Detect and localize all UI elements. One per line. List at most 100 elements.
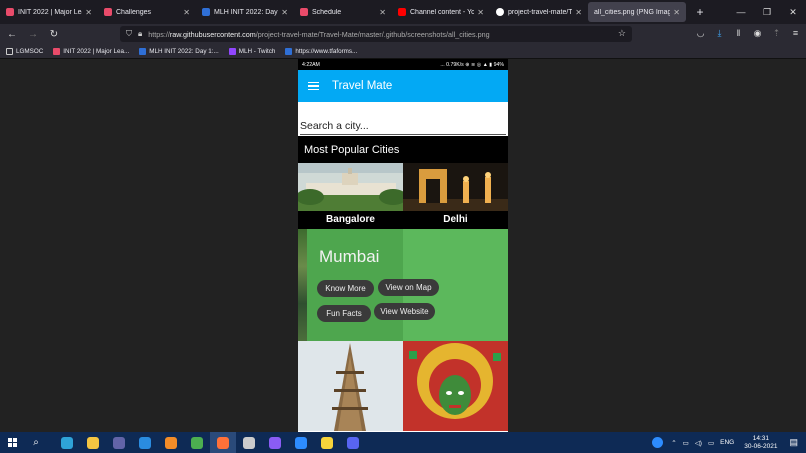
teams-icon[interactable] (106, 432, 132, 453)
close-tab-icon[interactable]: ✕ (477, 8, 484, 17)
windows-start-icon[interactable] (0, 432, 24, 453)
library-icon[interactable]: ‖ (732, 27, 745, 40)
close-tab-icon[interactable]: ✕ (183, 8, 190, 17)
favicon-icon (139, 47, 147, 55)
pinned-apps (54, 432, 366, 453)
edge-icon[interactable] (54, 432, 80, 453)
volume-icon[interactable]: ◁) (695, 439, 702, 447)
vscode-icon[interactable] (132, 432, 158, 453)
chevron-up-icon[interactable]: ⌃ (671, 439, 676, 447)
firefox-icon-glyph (217, 436, 229, 449)
extension-icon[interactable]: ⇡ (770, 27, 783, 40)
discord-icon[interactable] (340, 432, 366, 453)
city-search (298, 102, 508, 136)
github-favicon-icon (496, 8, 504, 16)
city-name: Bangalore (298, 211, 403, 229)
tab-label: project-travel-mate/Trav (508, 8, 573, 16)
search-icon[interactable]: ⌕ (24, 437, 48, 448)
close-tab-icon[interactable]: ✕ (379, 8, 386, 17)
bookmark-item[interactable]: MLH - Twitch (228, 47, 276, 55)
sticky-notes-icon-glyph (321, 436, 333, 449)
notifications-icon[interactable]: ▤ (789, 437, 798, 448)
browser-tab[interactable]: project-travel-mate/Trav✕ (490, 0, 588, 24)
chrome-icon[interactable] (184, 432, 210, 453)
bookmark-item[interactable]: LGMSOC (6, 47, 43, 55)
tab-label: Schedule (312, 8, 342, 16)
sublime-icon[interactable] (158, 432, 184, 453)
close-tab-icon[interactable]: ✕ (673, 8, 680, 17)
file-explorer-icon[interactable] (80, 432, 106, 453)
status-indicators: ... 0.79K/s ⊕ ≋ ◎ ▲ ▮ 94% (440, 61, 504, 68)
bookmark-item[interactable]: MLH INIT 2022: Day 1:... (139, 47, 219, 55)
bookmark-star-icon[interactable]: ☆ (618, 28, 626, 39)
menu-icon[interactable]: ≡ (789, 27, 802, 40)
window-controls: — ❐ ✕ (728, 0, 806, 24)
favicon-icon (53, 47, 61, 55)
network-icon[interactable]: ▭ (683, 439, 689, 447)
github-desktop-icon-glyph (269, 436, 281, 449)
browser-tab[interactable]: Channel content - YouTub✕ (392, 0, 490, 24)
favicon-icon (202, 8, 210, 16)
page-viewport: 4:22AM ... 0.79K/s ⊕ ≋ ◎ ▲ ▮ 94% Travel … (0, 59, 806, 432)
status-time: 4:22AM (302, 61, 320, 68)
edge-icon-glyph (61, 436, 73, 449)
city-card-mumbai[interactable]: Mumbai Know More View on Map Fun Facts V… (298, 229, 508, 341)
tab-label: Channel content - YouTub (410, 8, 475, 16)
browser-tab[interactable]: Challenges ✕ (98, 0, 196, 24)
close-window-icon[interactable]: ✕ (780, 0, 806, 24)
app-screenshot: 4:22AM ... 0.79K/s ⊕ ≋ ◎ ▲ ▮ 94% Travel … (298, 59, 508, 432)
browser-tab[interactable]: INIT 2022 | Major League✕ (0, 0, 98, 24)
battery-icon[interactable]: ▭ (708, 439, 714, 447)
know-more-button[interactable]: Know More (317, 280, 374, 297)
sublime-icon-glyph (165, 436, 177, 449)
city-card-temple[interactable] (298, 341, 403, 431)
view-on-map-button[interactable]: View on Map (378, 279, 439, 296)
zoom-icon[interactable] (288, 432, 314, 453)
close-tab-icon[interactable]: ✕ (575, 8, 582, 17)
close-tab-icon[interactable]: ✕ (85, 8, 92, 17)
city-card-delhi[interactable]: Delhi (403, 163, 508, 229)
view-website-button[interactable]: View Website (374, 303, 435, 320)
browser-tab[interactable]: MLH INIT 2022: Day 3: Ju✕ (196, 0, 294, 24)
bookmark-item[interactable]: https://www.tfaforms... (285, 47, 357, 55)
fun-facts-button[interactable]: Fun Facts (317, 305, 371, 322)
city-card-bangalore[interactable]: Bangalore (298, 163, 403, 229)
lock-icon[interactable]: 🔒︎ (138, 29, 142, 39)
youtube-favicon-icon (398, 8, 406, 16)
bookmark-label: MLH - Twitch (238, 47, 276, 55)
github-desktop-icon[interactable] (262, 432, 288, 453)
tab-strip: INIT 2022 | Major League✕ Challenges✕ ML… (0, 0, 806, 24)
sticky-notes-icon[interactable] (314, 432, 340, 453)
favicon-icon (300, 8, 308, 16)
bookmark-item[interactable]: INIT 2022 | Major Lea... (53, 47, 129, 55)
hamburger-menu-icon[interactable] (308, 82, 319, 90)
city-search-input[interactable] (300, 120, 506, 135)
twitch-icon (228, 47, 236, 55)
restore-icon[interactable]: ❐ (754, 0, 780, 24)
clock[interactable]: 14:31 30-06-2021 (744, 435, 777, 451)
url-bar[interactable]: ⛉ 🔒︎ https://raw.githubusercontent.com/p… (120, 26, 632, 42)
help-icon[interactable] (652, 437, 664, 448)
obs-icon[interactable] (236, 432, 262, 453)
tab-label: INIT 2022 | Major League (18, 8, 82, 16)
download-icon[interactable]: ⤓ (713, 27, 726, 40)
back-icon[interactable]: ← (3, 29, 21, 40)
reload-icon[interactable]: ↻ (45, 29, 63, 40)
discord-icon-glyph (347, 436, 359, 449)
app-title: Travel Mate (332, 80, 393, 92)
city-row: Bangalore Delhi (298, 163, 508, 229)
city-card-kerala[interactable] (403, 341, 508, 431)
shield-icon[interactable]: ⛉ (126, 29, 132, 39)
language-indicator[interactable]: ENG (720, 439, 734, 446)
account-avatar-icon[interactable]: ◉ (751, 27, 764, 40)
forward-icon[interactable]: → (24, 29, 42, 40)
minimize-icon[interactable]: — (728, 0, 754, 24)
chrome-icon-glyph (191, 436, 203, 449)
browser-tab[interactable]: Schedule ✕ (294, 0, 392, 24)
close-tab-icon[interactable]: ✕ (281, 8, 288, 17)
pocket-icon[interactable]: ◡ (694, 27, 707, 40)
firefox-icon[interactable] (210, 432, 236, 453)
browser-tab-active[interactable]: all_cities.png (PNG Image, 1✕ (588, 2, 686, 22)
new-tab-button[interactable]: + (692, 5, 708, 19)
city-row (298, 341, 508, 431)
